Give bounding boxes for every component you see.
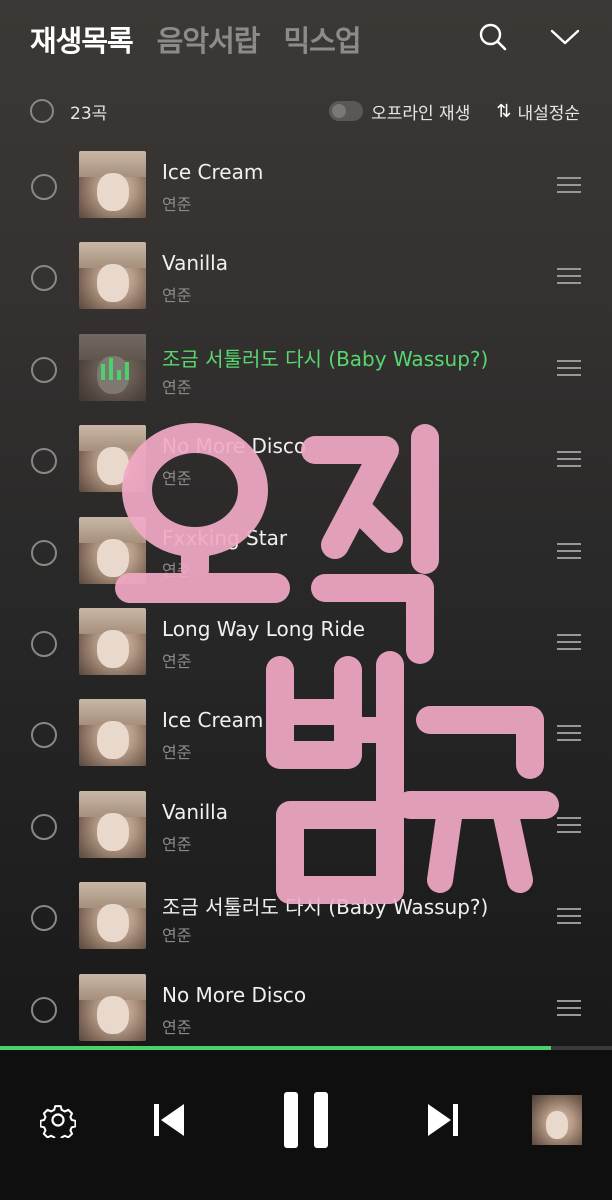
song-artist: 연준 bbox=[162, 1017, 192, 1037]
song-title: Vanilla bbox=[162, 251, 228, 276]
drag-handle-icon[interactable] bbox=[557, 633, 581, 655]
song-title: 조금 서툴러도 다시 (Baby Wassup?) bbox=[162, 895, 489, 920]
song-select-checkbox[interactable] bbox=[31, 174, 57, 200]
offline-label: 오프라인 재생 bbox=[371, 103, 471, 124]
song-row[interactable]: Ice Cream 연준 bbox=[0, 689, 612, 780]
album-thumbnail bbox=[79, 242, 146, 310]
tab-playlist[interactable]: 재생목록 bbox=[30, 18, 134, 60]
album-thumbnail bbox=[79, 516, 146, 584]
song-title: Long Way Long Ride bbox=[162, 616, 365, 641]
song-select-checkbox[interactable] bbox=[31, 356, 57, 383]
song-artist: 연준 bbox=[162, 926, 192, 946]
song-artist: 연준 bbox=[162, 195, 192, 214]
song-artist: 연준 bbox=[162, 560, 192, 580]
sort-button[interactable]: 내설정순 bbox=[517, 99, 580, 124]
album-thumbnail bbox=[79, 699, 146, 767]
toggle-knob bbox=[332, 104, 347, 118]
drag-handle-icon[interactable] bbox=[557, 999, 581, 1021]
drag-handle-icon[interactable] bbox=[557, 725, 581, 746]
album-thumbnail bbox=[79, 425, 146, 493]
album-thumbnail bbox=[79, 790, 146, 858]
song-title: No More Disco bbox=[162, 434, 307, 459]
song-select-checkbox[interactable] bbox=[31, 722, 57, 749]
album-thumbnail bbox=[79, 607, 146, 675]
song-row-now-playing[interactable]: 조금 서툴러도 다시 (Baby Wassup?) 연준 bbox=[0, 324, 612, 415]
song-artist: 연준 bbox=[162, 469, 192, 489]
song-select-checkbox[interactable] bbox=[31, 539, 57, 566]
top-tabs: 재생목록 음악서랍 믹스업 bbox=[30, 18, 362, 60]
drag-handle-icon[interactable] bbox=[557, 268, 581, 289]
equalizer-icon bbox=[101, 357, 129, 380]
search-icon[interactable] bbox=[478, 22, 508, 52]
album-thumbnail bbox=[79, 973, 146, 1041]
playlist-toolbar: 23곡 오프라인 재생 ⇅ 내설정순 bbox=[30, 96, 580, 126]
album-thumbnail bbox=[79, 882, 146, 950]
next-track-icon[interactable] bbox=[426, 1102, 460, 1142]
song-row[interactable]: Long Way Long Ride 연준 bbox=[0, 598, 612, 689]
song-select-checkbox[interactable] bbox=[31, 630, 57, 657]
header-actions bbox=[478, 22, 580, 52]
settings-gear-icon[interactable] bbox=[39, 1102, 77, 1143]
drag-handle-icon[interactable] bbox=[557, 177, 581, 198]
song-select-checkbox[interactable] bbox=[31, 813, 57, 840]
song-row[interactable]: Fxxking Star 연준 bbox=[0, 507, 612, 598]
drag-handle-icon[interactable] bbox=[557, 542, 581, 564]
song-select-checkbox[interactable] bbox=[31, 448, 57, 475]
drag-handle-icon[interactable] bbox=[557, 908, 581, 929]
song-artist: 연준 bbox=[162, 286, 192, 306]
song-title: Ice Cream bbox=[162, 708, 264, 733]
song-row[interactable]: Vanilla 연준 bbox=[0, 781, 612, 872]
song-artist: 연준 bbox=[162, 834, 192, 854]
sort-icon[interactable]: ⇅ bbox=[496, 101, 511, 122]
song-row[interactable]: No More Disco 연준 bbox=[0, 415, 612, 506]
song-row[interactable]: Ice Cream 연준 bbox=[0, 141, 612, 232]
song-title: Ice Cream bbox=[162, 160, 264, 184]
tab-mixup[interactable]: 믹스업 bbox=[283, 18, 361, 60]
album-thumbnail bbox=[79, 333, 146, 401]
player-bar bbox=[0, 1050, 612, 1200]
song-select-checkbox[interactable] bbox=[31, 905, 57, 932]
song-row[interactable]: Vanilla 연준 bbox=[0, 232, 612, 323]
offline-toggle[interactable] bbox=[329, 101, 364, 121]
song-row[interactable]: 조금 서툴러도 다시 (Baby Wassup?) 연준 bbox=[0, 872, 612, 963]
song-title: Fxxking Star bbox=[162, 525, 288, 550]
previous-track-icon[interactable] bbox=[152, 1102, 186, 1142]
song-title: Vanilla bbox=[162, 799, 228, 824]
drag-handle-icon[interactable] bbox=[557, 451, 581, 472]
tab-music-drawer[interactable]: 음악서랍 bbox=[157, 18, 261, 60]
drag-handle-icon[interactable] bbox=[557, 359, 581, 381]
select-all-checkbox[interactable] bbox=[30, 99, 54, 123]
song-artist: 연준 bbox=[162, 743, 192, 763]
album-thumbnail bbox=[79, 151, 146, 218]
song-count: 23곡 bbox=[70, 103, 108, 124]
chevron-down-icon[interactable] bbox=[550, 27, 580, 47]
drag-handle-icon[interactable] bbox=[557, 816, 581, 838]
song-title: No More Disco bbox=[162, 982, 307, 1007]
song-select-checkbox[interactable] bbox=[31, 996, 57, 1023]
song-select-checkbox[interactable] bbox=[31, 265, 57, 292]
song-artist: 연준 bbox=[162, 377, 192, 397]
song-artist: 연준 bbox=[162, 651, 192, 671]
song-row[interactable]: No More Disco 연준 bbox=[0, 964, 612, 1055]
song-title: 조금 서툴러도 다시 (Baby Wassup?) bbox=[162, 346, 489, 371]
song-list: Ice Cream 연준 Vanilla 연준 조금 서툴러도 다시 (Baby… bbox=[0, 141, 612, 1055]
now-playing-thumbnail[interactable] bbox=[532, 1095, 582, 1145]
pause-icon[interactable] bbox=[282, 1090, 330, 1154]
